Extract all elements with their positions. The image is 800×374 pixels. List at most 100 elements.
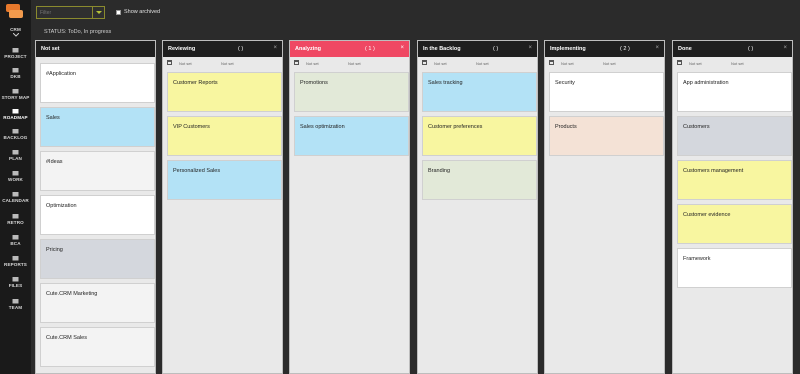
date-from[interactable]: Not set: [306, 61, 319, 66]
board-card[interactable]: Customer Reports: [167, 72, 282, 112]
card-title: Products: [555, 124, 577, 130]
nav-item-work[interactable]: WORK: [0, 170, 31, 182]
nav-item-roadmap[interactable]: ROADMAP: [0, 108, 31, 120]
nav-item-bca[interactable]: BCA: [0, 234, 31, 246]
calendar-icon[interactable]: [167, 60, 172, 65]
card-title: Cute.CRM Sales: [46, 335, 87, 341]
nav-item-label: WORK: [8, 177, 23, 182]
board-card[interactable]: Security: [549, 72, 664, 112]
board-card[interactable]: Sales optimization: [294, 116, 409, 156]
close-icon[interactable]: ×: [273, 45, 277, 51]
board-card[interactable]: Branding: [422, 160, 537, 200]
clip-icon: [12, 277, 19, 282]
nav-item-label: BCA: [10, 241, 21, 246]
team-icon: [12, 299, 19, 304]
nav-item-calendar[interactable]: CALENDAR: [0, 191, 31, 203]
card-title: Sales tracking: [428, 80, 463, 86]
folder-icon: [12, 68, 19, 73]
board-card[interactable]: App administration: [677, 72, 792, 112]
board-card[interactable]: Customer preferences: [422, 116, 537, 156]
column-header[interactable]: In the Backlog ( ) ×: [418, 41, 537, 57]
app-logo-icon[interactable]: [6, 4, 24, 18]
close-icon[interactable]: ×: [528, 45, 532, 51]
board-card[interactable]: VIP Customers: [167, 116, 282, 156]
nav-crm-menu[interactable]: CRM: [0, 27, 31, 37]
board-card[interactable]: Framework: [677, 248, 792, 288]
nav-item-label: TEAM: [8, 305, 23, 310]
board-card[interactable]: Products: [549, 116, 664, 156]
column-header[interactable]: Not set: [36, 41, 155, 57]
board-card[interactable]: Cute.CRM Marketing: [40, 283, 155, 323]
calendar-icon[interactable]: [677, 60, 682, 65]
board-card[interactable]: Personalized Sales: [167, 160, 282, 200]
board-card[interactable]: Customers: [677, 116, 792, 156]
work-icon: [12, 171, 19, 176]
nav-item-story-map[interactable]: STORY MAP: [0, 88, 31, 100]
card-title: #Application: [46, 71, 76, 77]
date-from[interactable]: Not set: [179, 61, 192, 66]
column-count: ( ): [748, 46, 754, 52]
card-title: Branding: [428, 168, 451, 174]
column-done: Done ( ) × Not set Not set App administration…: [672, 40, 793, 374]
date-to[interactable]: Not set: [731, 61, 744, 66]
calendar-icon[interactable]: [422, 60, 427, 65]
board-card[interactable]: Optimization: [40, 195, 155, 235]
nav-item-label: ROADMAP: [3, 115, 28, 120]
date-to[interactable]: Not set: [348, 61, 361, 66]
board-card[interactable]: Promotions: [294, 72, 409, 112]
nav-item-team[interactable]: TEAM: [0, 298, 31, 310]
show-archived-checkbox[interactable]: [116, 10, 121, 15]
board-card[interactable]: Customers management: [677, 160, 792, 200]
calendar-icon: [12, 192, 19, 197]
board-card[interactable]: #Ideas: [40, 151, 155, 191]
card-title: #Ideas: [46, 159, 63, 165]
card-title: Cute.CRM Marketing: [46, 291, 98, 297]
card-title: Pricing: [46, 247, 63, 253]
column-count: ( 1 ): [365, 46, 375, 52]
close-icon[interactable]: ×: [783, 45, 787, 51]
nav-item-files[interactable]: FILES: [0, 276, 31, 288]
column-analyzing: Analyzing ( 1 ) × Not set Not set Promotions S…: [289, 40, 410, 374]
nav-item-project[interactable]: PROJECT: [0, 47, 31, 59]
board-card[interactable]: Pricing: [40, 239, 155, 279]
board-card[interactable]: #Application: [40, 63, 155, 103]
filter-dropdown-button[interactable]: [92, 7, 104, 18]
date-to[interactable]: Not set: [603, 61, 616, 66]
filter-input[interactable]: [37, 7, 94, 18]
nav-item-dkb[interactable]: DKB: [0, 67, 31, 79]
calendar-icon[interactable]: [549, 60, 554, 65]
column-reviewing: Reviewing ( ) × Not set Not set Customer Repo…: [162, 40, 283, 374]
nav-item-plan[interactable]: PLAN: [0, 149, 31, 161]
column-header[interactable]: Analyzing ( 1 ) ×: [290, 41, 409, 57]
card-title: Customers management: [683, 168, 744, 174]
nav-item-backlog[interactable]: BACKLOG: [0, 128, 31, 140]
show-archived-label: Show archived: [124, 9, 161, 15]
card-title: VIP Customers: [173, 124, 210, 130]
nav-item-label: FILES: [8, 283, 23, 288]
column-header[interactable]: Implementing ( 2 ) ×: [545, 41, 664, 57]
column-header[interactable]: Reviewing ( ) ×: [163, 41, 282, 57]
nav-item-label: RETRO: [7, 220, 24, 225]
nav-item-reports[interactable]: REPORTS: [0, 255, 31, 267]
date-to[interactable]: Not set: [476, 61, 489, 66]
nav-item-retro[interactable]: RETRO: [0, 213, 31, 225]
column-title: Not set: [41, 46, 60, 52]
column-in-the-backlog: In the Backlog ( ) × Not set Not set Sales tr…: [417, 40, 538, 374]
date-from[interactable]: Not set: [689, 61, 702, 66]
board-card[interactable]: Sales tracking: [422, 72, 537, 112]
board-card[interactable]: Cute.CRM Sales: [40, 327, 155, 367]
filter-combobox[interactable]: [36, 6, 105, 19]
close-icon[interactable]: ×: [400, 45, 404, 51]
card-title: Promotions: [300, 80, 328, 86]
close-icon[interactable]: ×: [655, 45, 659, 51]
column-header[interactable]: Done ( ) ×: [673, 41, 792, 57]
card-title: Customer Reports: [173, 80, 218, 86]
calendar-icon[interactable]: [294, 60, 299, 65]
column-title: Reviewing: [168, 46, 196, 52]
date-from[interactable]: Not set: [561, 61, 574, 66]
board-card[interactable]: Sales: [40, 107, 155, 147]
date-from[interactable]: Not set: [434, 61, 447, 66]
date-to[interactable]: Not set: [221, 61, 234, 66]
column-title: In the Backlog: [423, 46, 461, 52]
board-card[interactable]: Customer evidence: [677, 204, 792, 244]
